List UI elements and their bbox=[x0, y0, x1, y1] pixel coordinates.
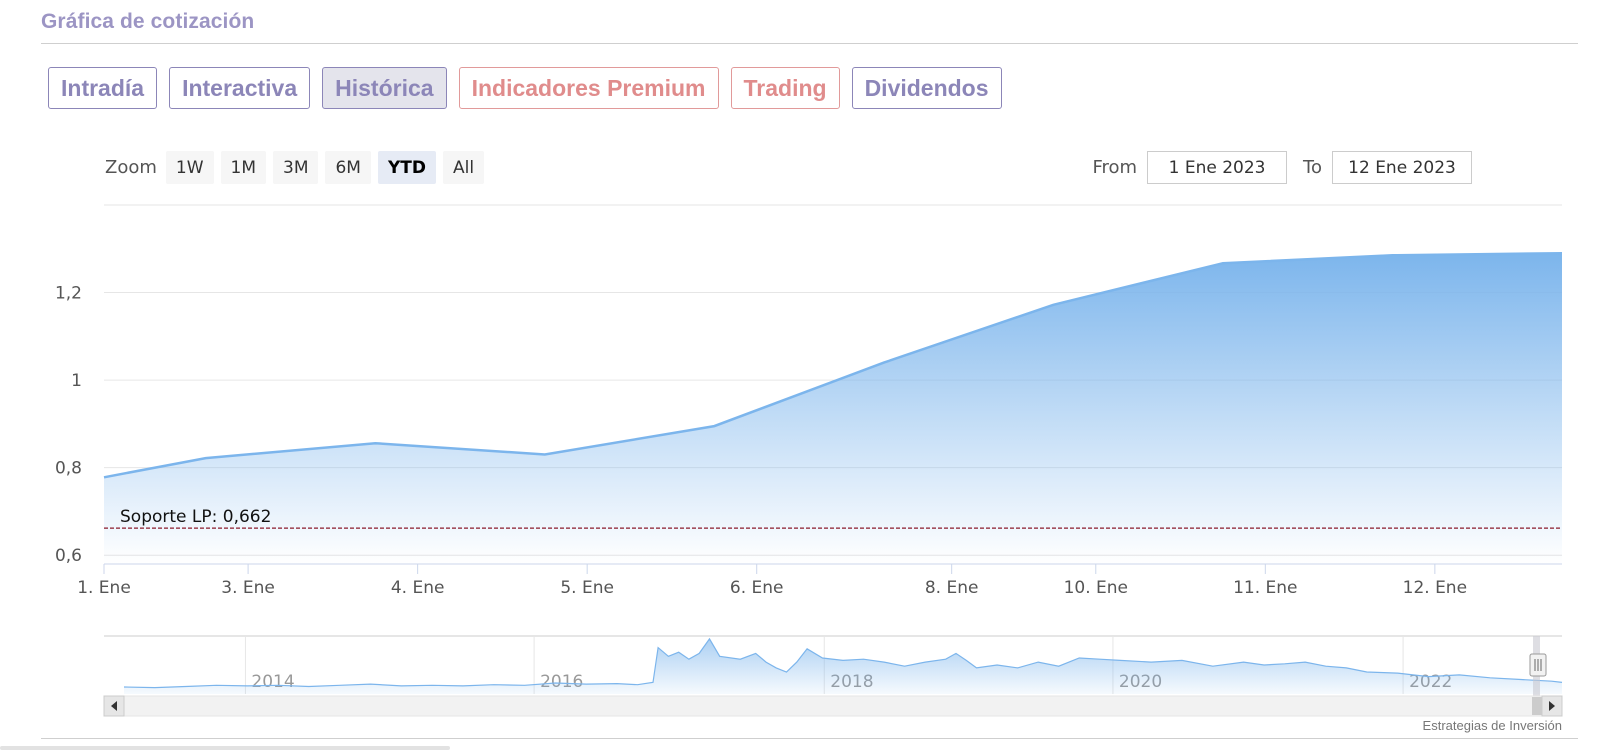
support-plot-line-label: Soporte LP: 0,662 bbox=[120, 507, 271, 527]
y-tick-label: 1,2 bbox=[55, 284, 82, 304]
series-area-fill bbox=[104, 253, 1562, 564]
navigator-scrollbar[interactable] bbox=[103, 695, 1563, 717]
price-chart: Soporte LP: 0,662 0,6 0,8 1 1,2 1. Ene 3. Ene… bbox=[55, 204, 1563, 717]
y-tick-label: 0,6 bbox=[55, 546, 82, 566]
y-tick-label: 1 bbox=[71, 371, 82, 391]
x-tick-label: 4. Ene bbox=[391, 578, 445, 598]
x-tick-label: 12. Ene bbox=[1403, 578, 1467, 598]
y-tick-label: 0,8 bbox=[55, 459, 82, 479]
bottom-divider bbox=[41, 738, 1578, 739]
x-tick-label: 6. Ene bbox=[730, 578, 784, 598]
chart-credit[interactable]: Estrategias de Inversión bbox=[1423, 718, 1562, 733]
x-tick-label: 3. Ene bbox=[221, 578, 275, 598]
page-scrollbar[interactable] bbox=[0, 746, 450, 750]
x-tick-label: 11. Ene bbox=[1233, 578, 1297, 598]
x-tick-label: 10. Ene bbox=[1064, 578, 1128, 598]
x-tick-label: 1. Ene bbox=[77, 578, 131, 598]
x-tick-label: 8. Ene bbox=[925, 578, 979, 598]
x-tick-label: 5. Ene bbox=[560, 578, 614, 598]
scrollbar-thumb[interactable] bbox=[1532, 697, 1542, 715]
